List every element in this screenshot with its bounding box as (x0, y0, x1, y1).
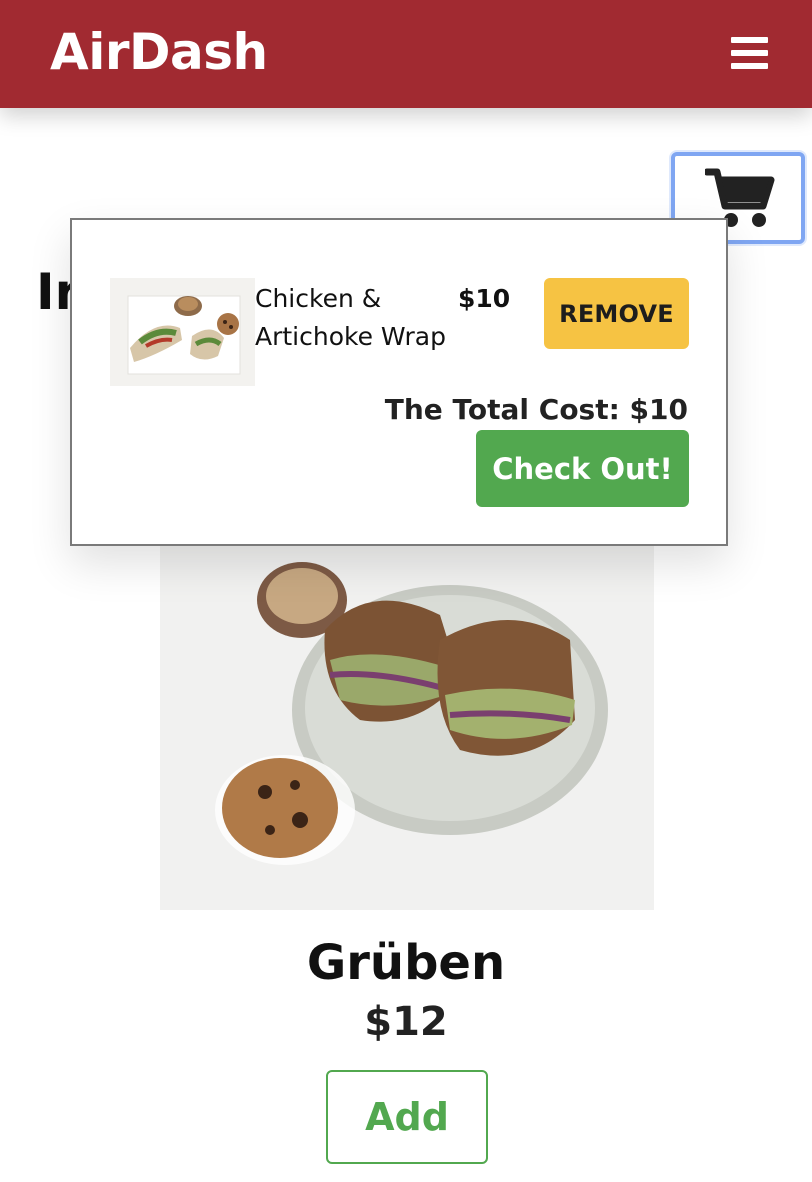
checkout-button[interactable]: Check Out! (476, 430, 689, 507)
cart-item-price: $10 (458, 284, 511, 313)
product-price: $12 (364, 999, 448, 1045)
remove-button[interactable]: REMOVE (544, 278, 689, 349)
hamburger-menu-icon[interactable] (731, 37, 768, 69)
product-image (160, 520, 654, 910)
cart-item-name: Chicken & Artichoke Wrap (255, 284, 446, 351)
cart-item-thumbnail (110, 278, 255, 386)
navbar: AirDash (0, 0, 812, 108)
brand-logo[interactable]: AirDash (50, 22, 268, 82)
sandwich-photo-illustration (160, 520, 654, 910)
product-name: Grüben (306, 935, 506, 991)
cart-total-cost: The Total Cost: $10 (384, 393, 688, 426)
add-to-cart-button[interactable]: Add (326, 1070, 488, 1164)
cart-dropdown-panel: Chicken & Artichoke Wrap $10 REMOVE The … (70, 218, 728, 546)
